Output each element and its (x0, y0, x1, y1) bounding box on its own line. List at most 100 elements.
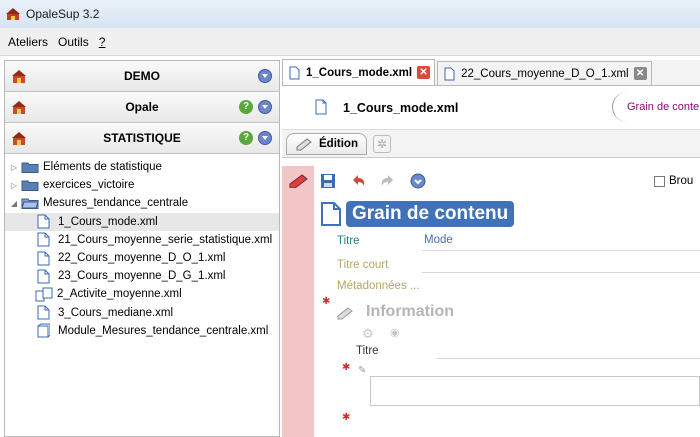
tab-label: 1_Cours_mode.xml (306, 66, 413, 79)
workshop-icon (12, 132, 26, 145)
brouillon-checkbox[interactable]: Brou (654, 175, 693, 187)
document-header: 1_Cours_mode.xml Grain de conte (282, 86, 700, 130)
module-icon (37, 323, 50, 338)
tab-1-cours-mode[interactable]: 1_Cours_mode.xml ✕ (282, 59, 436, 85)
save-icon[interactable] (320, 173, 336, 189)
workshop-icon (12, 101, 26, 114)
tree-item-folder[interactable]: ▷ Eléments de statistique (5, 158, 279, 176)
folder-icon (21, 180, 39, 192)
menu-ateliers[interactable]: Ateliers (8, 35, 48, 49)
workshop-icon (12, 70, 26, 83)
toggle-icon[interactable]: ◉ (390, 326, 400, 339)
information-heading: Information (366, 303, 454, 320)
tree-item-label: 21_Cours_moyenne_serie_statistique.xml (58, 233, 273, 246)
document-name: 1_Cours_mode.xml (343, 101, 459, 115)
collapse-arrow-icon[interactable]: ◢ (9, 199, 19, 208)
content-textarea[interactable] (370, 376, 700, 406)
divider (422, 250, 700, 251)
tree-item-file[interactable]: 1_Cours_mode.xml (5, 212, 279, 231)
info-titre-field[interactable] (437, 358, 700, 359)
undo-icon[interactable] (350, 173, 366, 189)
file-tree: ▷ Eléments de statistique ▷ exercices_vi… (5, 154, 279, 340)
workspace-demo[interactable]: DEMO (5, 61, 279, 92)
help-icon[interactable]: ? (239, 100, 253, 114)
grain-heading-text: Grain de contenu (346, 201, 515, 227)
tree-item-label: 3_Cours_mediane.xml (58, 306, 174, 319)
tree-item-file[interactable]: 21_Cours_moyenne_serie_statistique.xml (5, 231, 279, 249)
tab-edition[interactable]: Édition (286, 132, 367, 155)
chevron-down-icon[interactable] (410, 173, 426, 189)
tree-item-file[interactable]: 22_Cours_moyenne_D_O_1.xml (5, 249, 279, 267)
metadonnees-label[interactable]: Métadonnées ... (337, 280, 419, 292)
menu-bar: Ateliers Outils ? (0, 28, 700, 56)
activity-icon (35, 287, 53, 302)
tree-item-label: Module_Mesures_tendance_centrale.xml (58, 324, 269, 337)
left-panel: DEMO Opale ? STATISTIQUE ? ▷ Eléments de… (4, 60, 280, 437)
editor-panel: 1_Cours_mode.xml ✕ 22_Cours_moyenne_D_O_… (282, 59, 700, 437)
settings-gear-icon[interactable]: ✲ (372, 134, 391, 153)
document-type-label: Grain de conte (612, 92, 699, 122)
titre-field[interactable]: Mode (424, 234, 453, 246)
workspace-name: STATISTIQUE (103, 131, 181, 145)
tree-item-file[interactable]: Module_Mesures_tendance_centrale.xml (5, 322, 279, 340)
pencil-icon (296, 137, 312, 150)
tree-item-label: 22_Cours_moyenne_D_O_1.xml (58, 252, 226, 265)
help-icon[interactable]: ? (239, 131, 253, 145)
tree-item-folder[interactable]: ◢ Mesures_tendance_centrale (5, 194, 279, 212)
file-icon (289, 66, 300, 79)
tab-label: Édition (319, 137, 358, 150)
titre-court-field[interactable] (422, 272, 700, 273)
tree-item-label: 23_Cours_moyenne_D_G_1.xml (58, 270, 226, 283)
menu-help[interactable]: ? (99, 35, 106, 49)
file-icon (315, 99, 327, 115)
chevron-down-icon[interactable] (258, 100, 272, 114)
file-icon (37, 269, 50, 284)
tree-item-label: Eléments de statistique (43, 161, 162, 174)
titre-label: Titre (337, 235, 360, 247)
editor-area: Brou Grain de contenu Titre Mode Titre c… (282, 166, 700, 437)
tree-item-label: 2_Activite_moyenne.xml (57, 288, 182, 301)
brouillon-label: Brou (669, 175, 694, 187)
expand-arrow-icon[interactable]: ▷ (9, 163, 19, 172)
tree-item-label: 1_Cours_mode.xml (58, 215, 158, 228)
info-titre-label: Titre (356, 345, 379, 357)
required-marker: ✱ (342, 412, 351, 423)
document-icon (321, 202, 341, 226)
editor-toolbar (314, 166, 700, 196)
chevron-down-icon[interactable] (258, 131, 272, 145)
close-icon[interactable]: ✕ (633, 67, 647, 80)
file-icon (37, 251, 50, 266)
titre-court-label: Titre court (337, 259, 389, 271)
tree-item-label: exercices_victoire (43, 179, 135, 192)
workspace-name: Opale (125, 100, 159, 114)
file-icon (37, 232, 50, 247)
tree-item-file[interactable]: 3_Cours_mediane.xml (5, 304, 279, 322)
expand-arrow-icon[interactable]: ▷ (9, 181, 19, 190)
workspace-name: DEMO (124, 69, 160, 83)
workspace-statistique[interactable]: STATISTIQUE ? (5, 123, 279, 154)
redo-icon[interactable] (380, 173, 396, 189)
open-folder-icon (21, 198, 39, 210)
workspace-opale[interactable]: Opale ? (5, 92, 279, 123)
close-icon[interactable]: ✕ (417, 66, 431, 79)
tree-item-folder[interactable]: ▷ exercices_victoire (5, 176, 279, 194)
file-icon (444, 67, 455, 80)
file-icon (37, 214, 50, 229)
menu-outils[interactable]: Outils (58, 35, 89, 49)
grain-heading: Grain de contenu (320, 201, 515, 227)
options-icon[interactable]: ⚙ (362, 326, 374, 342)
edit-pencil-icon (289, 174, 308, 188)
required-marker: ✱ (342, 362, 351, 373)
information-icon (337, 307, 353, 320)
tab-22-cours-moyenne[interactable]: 22_Cours_moyenne_D_O_1.xml ✕ (437, 61, 652, 85)
checkbox-box[interactable] (654, 175, 665, 187)
title-bar: OpaleSup 3.2 (0, 0, 700, 28)
folder-icon (21, 162, 39, 174)
chevron-down-icon[interactable] (258, 69, 272, 83)
app-icon (6, 8, 20, 20)
tree-item-label: Mesures_tendance_centrale (43, 197, 189, 210)
required-marker: ✱ (322, 296, 331, 307)
text-format-icon[interactable]: ✎ (358, 365, 366, 376)
tree-item-file[interactable]: 2_Activite_moyenne.xml (5, 285, 279, 303)
tree-item-file[interactable]: 23_Cours_moyenne_D_G_1.xml (5, 267, 279, 285)
